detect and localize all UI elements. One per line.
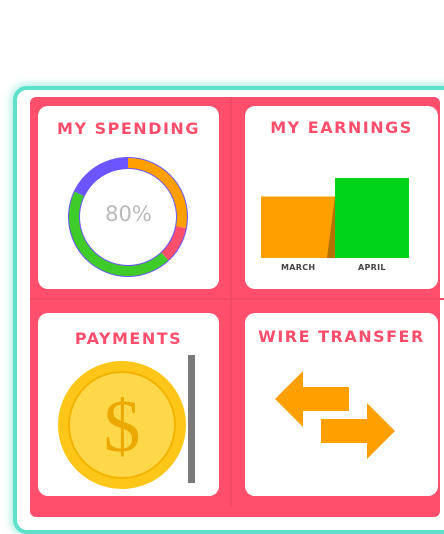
tick-label-march: MARCH — [281, 263, 316, 272]
horizontal-divider — [30, 298, 444, 300]
earnings-bar-march — [261, 196, 337, 258]
earnings-bar-chart — [261, 178, 409, 258]
dollar-coin-icon: $ — [58, 355, 195, 489]
tick-label-april: APRIL — [358, 263, 386, 272]
vertical-divider — [230, 97, 232, 507]
spending-donut-chart — [68, 157, 188, 277]
my-earnings-tile[interactable]: MY EARNINGS MARCH APRIL — [245, 106, 438, 289]
wire-transfer-tile[interactable]: WIRE TRANSFER — [245, 313, 438, 496]
transfer-arrows-icon — [275, 371, 395, 459]
svg-text:$: $ — [104, 386, 141, 468]
spending-percent-label: 80% — [105, 202, 152, 226]
my-spending-tile[interactable]: MY SPENDING 80% — [38, 106, 219, 289]
payments-tile[interactable]: PAYMENTS $ — [38, 313, 219, 496]
earnings-bar-april — [335, 178, 409, 258]
